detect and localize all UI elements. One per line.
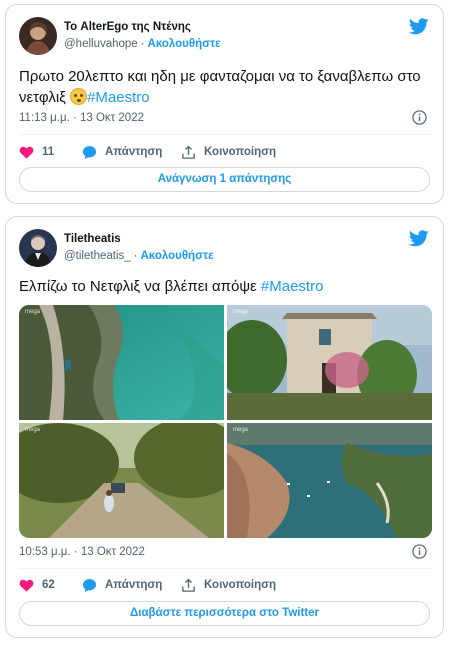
reply-bubble-icon: [82, 578, 97, 592]
reply-button[interactable]: Απάντηση: [82, 576, 162, 594]
handle[interactable]: @tiletheatis_: [64, 250, 131, 262]
smiley-emoji-icon: [70, 88, 88, 105]
media-photo[interactable]: mega: [227, 305, 432, 420]
tweet-text: Πρωτο 20λεπτο και ηδη με φανταζομαι να τ…: [19, 66, 429, 108]
follow-button[interactable]: Ακολουθήστε: [141, 250, 214, 262]
heart-icon: [19, 579, 34, 592]
like-count: 11: [42, 146, 55, 158]
hashtag-link[interactable]: #Maestro: [87, 89, 150, 106]
info-icon[interactable]: [412, 544, 427, 559]
media-photo[interactable]: mega: [19, 305, 224, 420]
reply-button[interactable]: Απάντηση: [82, 143, 162, 161]
timestamp[interactable]: 10:53 μ.μ. · 13 Οκτ 2022: [19, 546, 145, 558]
like-button[interactable]: 11: [19, 143, 54, 161]
info-icon[interactable]: [412, 110, 427, 125]
twitter-bird-icon[interactable]: [409, 230, 429, 247]
avatar[interactable]: [19, 229, 57, 267]
display-name[interactable]: Το AlterEgo της Ντένης: [64, 21, 191, 33]
media-photo[interactable]: mega: [19, 423, 224, 538]
media-watermark: mega: [25, 427, 41, 433]
separator-dot: ·: [133, 250, 138, 262]
handle-row: @helluvahope · Ακολουθήστε: [64, 38, 221, 50]
reply-label: Απάντηση: [105, 579, 163, 591]
tweet-text-body: Ελπίζω το Νετφλιξ να βλέπει απόψε: [19, 278, 261, 295]
like-count: 62: [42, 579, 55, 591]
share-button[interactable]: Κοινοποίηση: [181, 576, 276, 594]
hashtag-link[interactable]: #Maestro: [261, 278, 324, 295]
reply-label: Απάντηση: [105, 146, 163, 158]
display-name[interactable]: Tiletheatis: [64, 233, 121, 245]
handle[interactable]: @helluvahope: [64, 38, 138, 50]
divider: [19, 568, 430, 569]
share-icon: [182, 145, 195, 159]
share-button[interactable]: Κοινοποίηση: [181, 143, 276, 161]
tweet-card: Το AlterEgo της Ντένης @helluvahope · Ακολ…: [5, 4, 444, 204]
tweet-text: Ελπίζω το Νετφλιξ να βλέπει απόψε #Maest…: [19, 276, 429, 297]
share-icon: [182, 578, 195, 592]
action-bar: 62 Απάντηση Κοινοποίηση: [19, 576, 430, 594]
media-photo[interactable]: mega: [227, 423, 432, 538]
read-replies-button[interactable]: Ανάγνωση 1 απάντησης: [19, 167, 430, 192]
divider: [19, 134, 430, 135]
media-watermark: mega: [233, 427, 249, 433]
twitter-bird-icon[interactable]: [409, 18, 429, 35]
reply-bubble-icon: [82, 145, 97, 159]
tweet-card: Tiletheatis @tiletheatis_ · Ακολουθήστε Ελ…: [5, 216, 444, 638]
avatar[interactable]: [19, 17, 57, 55]
action-bar: 11 Απάντηση Κοινοποίηση: [19, 143, 430, 161]
share-label: Κοινοποίηση: [204, 579, 276, 591]
handle-row: @tiletheatis_ · Ακολουθήστε: [64, 250, 214, 262]
media-grid[interactable]: mega mega mega mega: [19, 305, 432, 538]
media-watermark: mega: [25, 309, 41, 315]
media-watermark: mega: [233, 309, 249, 315]
share-label: Κοινοποίηση: [204, 146, 276, 158]
like-button[interactable]: 62: [19, 576, 55, 594]
heart-icon: [19, 146, 34, 159]
separator-dot: ·: [140, 38, 145, 50]
timestamp[interactable]: 11:13 μ.μ. · 13 Οκτ 2022: [19, 112, 144, 124]
follow-button[interactable]: Ακολουθήστε: [148, 38, 221, 50]
read-more-button[interactable]: Διαβάστε περισσότερα στο Twitter: [19, 601, 430, 626]
